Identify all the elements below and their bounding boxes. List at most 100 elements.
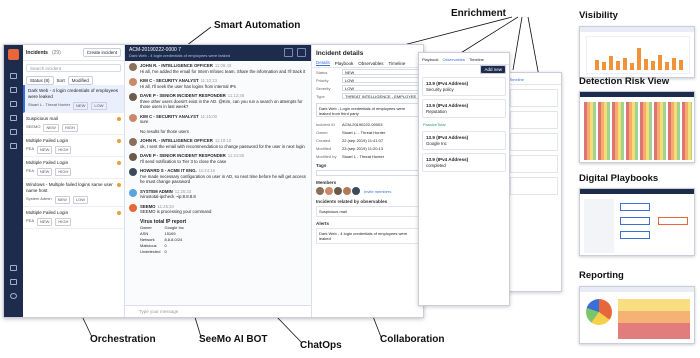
card <box>510 155 558 173</box>
avatar <box>343 187 351 195</box>
message-text: No results for those users <box>140 128 189 134</box>
reports-icon[interactable] <box>10 115 17 121</box>
message-time: 11:10:23 <box>200 78 217 83</box>
observable-card[interactable]: 13.9 (IPv4 Address) completed <box>422 153 506 172</box>
related-incident[interactable]: Suspicious mail <box>316 206 421 217</box>
status-filter[interactable]: Status (8) <box>26 75 54 85</box>
severity-select[interactable]: LOW <box>342 85 421 91</box>
status-select[interactable]: NEW <box>342 69 421 75</box>
priority-badge: HIGH <box>55 218 72 226</box>
tags-input[interactable] <box>316 170 421 176</box>
risk-heatmap <box>584 102 692 160</box>
avatar <box>129 63 137 71</box>
tab-details[interactable]: Details <box>316 60 330 66</box>
observable-card[interactable]: 13.9 (IPv4 Address) Google Inc <box>422 131 506 150</box>
avatar <box>316 187 324 195</box>
enrichment-panel-back: Timeline <box>506 72 562 292</box>
list-item[interactable]: Multiple Failed Login PEA NEW HIGH <box>23 207 124 229</box>
tab-observables[interactable]: Observables <box>358 61 383 66</box>
visibility-label: Visibility <box>579 10 618 21</box>
status-badge: NEW <box>73 102 89 110</box>
observable-detail: Reputation <box>426 108 447 114</box>
message-time: 11:24:16 <box>198 168 216 173</box>
chat-message: KIM C - SECURITY ANALYST 11:10:23 Hi all, … <box>125 76 311 91</box>
avatar <box>129 168 137 176</box>
chat-panel: ACM-20190222-0000 7 Dark Web - 4 login c… <box>125 45 312 317</box>
priority-select[interactable]: LOW <box>342 77 421 83</box>
invite-members-link[interactable]: Invite members <box>364 189 391 194</box>
virustotal-report: Virus total IP report Owner Google Inc AS… <box>140 219 307 255</box>
avatar <box>129 138 137 146</box>
chat-message: No results for those users <box>125 127 311 137</box>
tab-timeline[interactable]: Timeline <box>469 57 484 62</box>
chat-message: KIM C - SECURITY ANALYST 11:15:00 sure <box>125 112 311 127</box>
integrations-icon[interactable] <box>10 129 17 135</box>
tab-playbook[interactable]: Playbook <box>335 61 354 66</box>
list-item[interactable]: Multiple Failed Login PEA NEW HIGH <box>23 157 124 179</box>
share-icon[interactable] <box>284 48 293 57</box>
table-row: Undetected 0 <box>140 249 188 255</box>
avatar <box>352 187 360 195</box>
more-icon[interactable] <box>297 48 306 57</box>
chat-message: HOWARD S - ACME IT ENG. 11:24:16 I've made… <box>125 166 311 187</box>
detail-value: 23 (sep 2019) 11:20:13 <box>342 145 384 151</box>
observable-title: 13.9 (IPv4 Address) <box>426 157 469 162</box>
observable-card[interactable]: 13.9 (IPv4 Address) Security policy <box>422 77 506 96</box>
message-text: ok, I sent the email with recommendation… <box>140 143 305 149</box>
detail-row: Owner Stuart L. - Threat Hunter <box>312 128 423 136</box>
observable-card[interactable]: 13.9 (IPv4 Address) Reputation <box>422 99 506 118</box>
users-icon[interactable] <box>10 143 17 149</box>
alert-item[interactable]: Dark Web - 4 login credentials of employ… <box>316 228 421 244</box>
list-item[interactable]: Multiple Failed Login PEA NEW HIGH <box>23 135 124 157</box>
help-icon[interactable] <box>10 279 17 285</box>
message-author: KIM C - SECURITY ANALYST <box>140 78 199 83</box>
incident-details-panel: Incident details Details Playbook Observ… <box>312 45 423 317</box>
detail-label: Modified <box>316 145 332 151</box>
message-text: sure <box>140 119 149 124</box>
profile-icon[interactable] <box>10 293 17 299</box>
callout-enrichment: Enrichment <box>451 8 507 19</box>
incidents-icon[interactable] <box>10 87 17 93</box>
details-title: Incident details <box>316 50 364 57</box>
home-icon[interactable] <box>10 73 17 79</box>
message-author: SEEMO <box>140 203 156 209</box>
settings-icon[interactable] <box>10 265 17 271</box>
list-item[interactable]: Dark Web - 4 login credentials of employ… <box>23 85 124 113</box>
playbook-sidebar <box>584 199 614 253</box>
incidents-title: Incidents <box>26 49 48 56</box>
tab-observables[interactable]: Observables <box>442 57 464 62</box>
priority-badge: HIGH <box>55 146 72 154</box>
digital-playbooks-thumbnail <box>579 188 695 256</box>
list-item-title: Multiple Failed Login <box>26 138 69 143</box>
unread-dot <box>117 183 121 187</box>
tab-timeline[interactable]: Timeline <box>507 73 561 85</box>
tab-timeline[interactable]: Timeline <box>389 61 406 66</box>
incident-search-input[interactable]: Search incident <box>26 64 121 72</box>
detail-label: Modified by <box>316 153 337 159</box>
related-label: Incidents related by observables <box>316 199 388 204</box>
avatar <box>325 187 333 195</box>
chat-message: JOHN R. - INTELLIGENCE OFFICER 11:19:10 ok… <box>125 136 311 151</box>
message-author: JOHN R. - INTELLIGENCE OFFICER <box>140 63 213 68</box>
chat-message-input[interactable]: Type your message <box>125 305 311 317</box>
chat-message: JOHN R. - INTELLIGENCE OFFICER 11:09:43 Hi… <box>125 61 311 76</box>
tab-playbook[interactable]: Playbook <box>422 57 438 62</box>
sort-select[interactable]: Modified <box>67 75 93 85</box>
detail-row: Incident ID ACM-20190222-00003 <box>312 120 423 128</box>
detail-value: ACM-20190222-00003 <box>342 121 383 127</box>
detection-risk-view-thumbnail <box>579 91 695 163</box>
description-field[interactable]: Dark Web - Login credentials of employee… <box>316 103 421 117</box>
list-item-assignee: PEA <box>26 146 35 151</box>
add-new-button[interactable]: Add new <box>480 65 506 74</box>
brand-logo <box>8 49 19 60</box>
message-time: 11:21:55 <box>227 153 245 158</box>
playbook-icon[interactable] <box>10 101 17 107</box>
table-row: Network 8.8.8.0/24 <box>140 237 188 243</box>
list-item[interactable]: Suspicious mail SEEMO NEW HIGH <box>23 113 124 135</box>
create-incident-button[interactable]: Create incident <box>82 48 121 57</box>
detail-label: Incident ID <box>316 121 336 127</box>
message-text: Hi all, I'll seek the user has logins fr… <box>140 83 236 89</box>
list-item-assignee: System Admin <box>26 196 52 201</box>
list-item[interactable]: Windows - Multiple failed logins same us… <box>23 179 124 207</box>
type-select[interactable]: THREAT INTELLIGENCE - EMPLOYEE <box>342 93 421 99</box>
